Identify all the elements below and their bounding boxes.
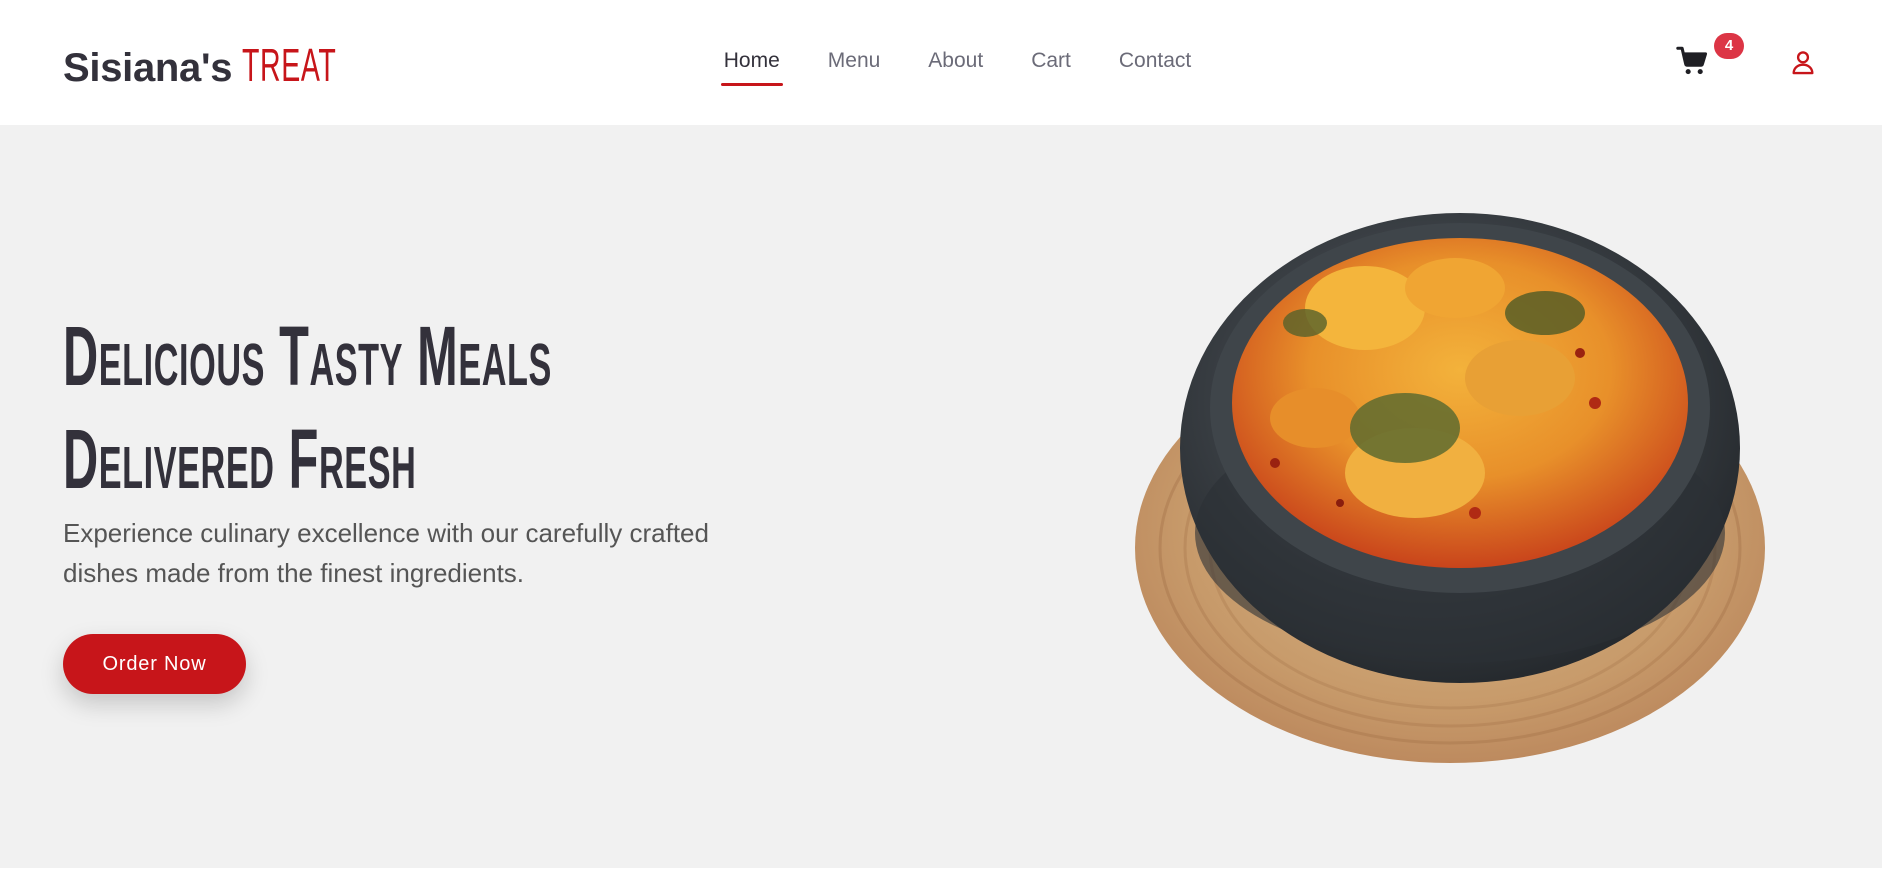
nav-item-home[interactable]: Home [720,46,783,86]
nav-item-menu[interactable]: Menu [825,46,884,86]
brand-name: Sisiana's [63,46,233,90]
user-account-button[interactable] [1789,48,1817,76]
brand-accent: Treat [242,39,337,91]
shopping-cart-icon [1675,44,1715,78]
site-header: Sisiana's Treat Home Menu About Cart Con… [0,0,1882,125]
nav-item-cart[interactable]: Cart [1028,46,1074,86]
page-bottom-strip [0,868,1882,874]
cart-button[interactable] [1675,44,1715,84]
hero-title-line-2: Delivered Fresh [63,412,417,506]
nav-list: Home Menu About Cart Contact [720,46,1195,86]
nav-item-contact[interactable]: Contact [1116,46,1194,86]
brand-logo[interactable]: Sisiana's Treat [63,38,395,92]
order-now-button[interactable]: Order Now [63,634,246,694]
hero-title-line-1: Delicious Tasty Meals [63,309,552,403]
nav-item-about[interactable]: About [925,46,986,86]
user-icon [1789,48,1817,76]
hero-title: Delicious Tasty Meals Delivered Fresh [63,305,763,511]
hero-dish-image [1125,203,1765,768]
hero-subtitle: Experience culinary excellence with our … [63,518,709,588]
hero-section: Delicious Tasty Meals Delivered Fresh Ex… [0,125,1882,868]
cart-count-badge: 4 [1714,33,1744,59]
